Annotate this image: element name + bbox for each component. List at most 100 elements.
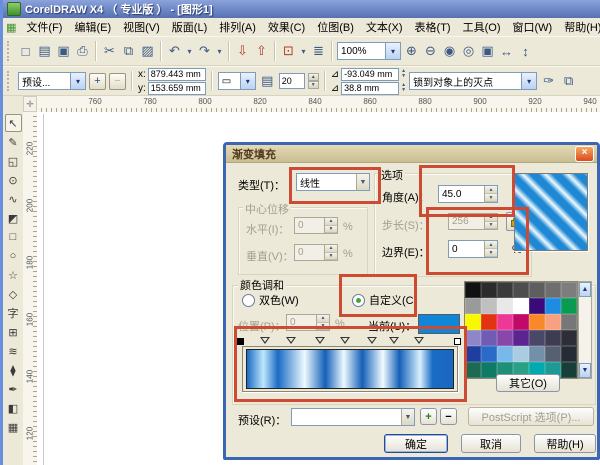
undo-icon[interactable]: ↶ [166, 42, 183, 60]
palette-color[interactable] [561, 298, 577, 314]
undo-dropdown-icon[interactable]: ▾ [185, 47, 194, 56]
zoom-page-height-icon[interactable]: ↕ [517, 42, 534, 60]
palette-color[interactable] [481, 314, 497, 330]
copy-properties-icon[interactable]: ⧉ [560, 72, 577, 90]
palette-color[interactable] [529, 314, 545, 330]
palette-color[interactable] [545, 346, 561, 362]
chevron-down-icon[interactable]: ▾ [385, 43, 400, 59]
zoom-level-combo[interactable]: 100% ▾ [337, 42, 401, 60]
menu-view[interactable]: 视图(V) [117, 19, 166, 35]
palette-color[interactable] [481, 330, 497, 346]
menu-bitmaps[interactable]: 位图(B) [311, 19, 360, 35]
outline-tool[interactable]: ✒ [5, 380, 22, 398]
palette-color[interactable] [561, 330, 577, 346]
ok-button[interactable]: 确定 [384, 434, 448, 453]
application-launcher-icon[interactable]: ⊡ [280, 42, 297, 60]
menu-effects[interactable]: 效果(C) [262, 19, 311, 35]
interactive-fill-tool[interactable]: ▦ [5, 418, 22, 436]
palette-color[interactable] [529, 330, 545, 346]
palette-color[interactable] [497, 314, 513, 330]
y-position-field[interactable]: 153.659 mm [147, 81, 206, 95]
redo-icon[interactable]: ↷ [196, 42, 213, 60]
close-icon[interactable]: × [575, 145, 594, 162]
dialog-title-bar[interactable]: 渐变填充 × [226, 145, 597, 163]
zoom-in-icon[interactable]: ⊕ [403, 42, 420, 60]
vp-y-field[interactable]: 38.8 mm [341, 81, 400, 95]
palette-scrollbar[interactable]: ▲ ▼ [578, 281, 592, 379]
palette-color[interactable] [561, 282, 577, 298]
horizontal-ruler[interactable]: 760 780 800 820 840 860 880 900 920 940 [37, 96, 600, 113]
palette-color[interactable] [545, 282, 561, 298]
palette-color[interactable] [529, 282, 545, 298]
palette-color[interactable] [497, 346, 513, 362]
zoom-tool[interactable]: ⊙ [5, 171, 22, 189]
smart-fill-tool[interactable]: ◩ [5, 209, 22, 227]
vertical-ruler[interactable]: 220 200 180 160 140 120 [23, 112, 38, 465]
menu-file[interactable]: 文件(F) [20, 19, 68, 35]
color-palette[interactable] [464, 281, 578, 379]
delete-preset-button[interactable]: − [109, 72, 126, 90]
palette-color[interactable] [513, 346, 529, 362]
import-icon[interactable]: ⇩ [234, 42, 251, 60]
delete-preset-button[interactable]: − [440, 408, 457, 425]
presets-combo[interactable]: ▼ [291, 408, 415, 426]
palette-color[interactable] [465, 330, 481, 346]
palette-color[interactable] [513, 330, 529, 346]
palette-color[interactable] [497, 330, 513, 346]
paste-icon[interactable]: ▨ [139, 42, 156, 60]
palette-color[interactable] [497, 282, 513, 298]
chevron-down-icon[interactable]: ▾ [521, 73, 537, 89]
palette-color[interactable] [481, 282, 497, 298]
rectangle-tool[interactable]: □ [5, 228, 22, 246]
two-color-radio[interactable]: 双色(W) [242, 292, 299, 308]
options-icon[interactable]: ≣ [310, 42, 327, 60]
export-icon[interactable]: ⇧ [253, 42, 270, 60]
scroll-track[interactable] [579, 297, 591, 363]
menu-tools[interactable]: 工具(O) [457, 19, 507, 35]
palette-color[interactable] [513, 298, 529, 314]
add-preset-button[interactable]: + [89, 72, 106, 90]
mapping-combo[interactable]: ▭ ▾ [217, 72, 256, 90]
palette-color[interactable] [529, 346, 545, 362]
palette-color[interactable] [465, 282, 481, 298]
ellipse-tool[interactable]: ○ [5, 247, 22, 265]
menu-text[interactable]: 文本(X) [360, 19, 409, 35]
scroll-up-icon[interactable]: ▲ [579, 282, 591, 297]
zoom-page-width-icon[interactable]: ↔ [498, 42, 515, 60]
menu-edit[interactable]: 编辑(E) [68, 19, 117, 35]
vp-x-field[interactable]: -93.049 mm [341, 67, 400, 81]
copies-field[interactable]: 20 [278, 73, 305, 89]
zoom-out-icon[interactable]: ⊖ [422, 42, 439, 60]
scroll-down-icon[interactable]: ▼ [579, 363, 591, 378]
palette-color[interactable] [465, 346, 481, 362]
palette-color[interactable] [465, 314, 481, 330]
chevron-down-icon[interactable]: ▼ [401, 409, 414, 425]
palette-color[interactable] [465, 362, 481, 378]
palette-color[interactable] [545, 330, 561, 346]
palette-color[interactable] [465, 298, 481, 314]
menu-layout[interactable]: 版面(L) [166, 19, 213, 35]
cut-icon[interactable]: ✂ [101, 42, 118, 60]
palette-color[interactable] [513, 282, 529, 298]
new-icon[interactable]: □ [17, 42, 34, 60]
open-icon[interactable]: ▤ [36, 42, 53, 60]
palette-color[interactable] [561, 362, 577, 378]
add-preset-button[interactable]: + [420, 408, 437, 425]
menu-help[interactable]: 帮助(H) [558, 19, 600, 35]
menu-window[interactable]: 窗口(W) [506, 19, 558, 35]
copies-spinner[interactable]: ▲ ▼ [307, 73, 319, 89]
palette-color[interactable] [561, 346, 577, 362]
ruler-origin[interactable]: ✛ [23, 96, 37, 112]
chevron-down-icon[interactable]: ▾ [239, 73, 255, 89]
table-tool[interactable]: ⊞ [5, 323, 22, 341]
zoom-all-objects-icon[interactable]: ◎ [460, 42, 477, 60]
palette-color[interactable] [481, 362, 497, 378]
basic-shapes-tool[interactable]: ◇ [5, 285, 22, 303]
polygon-tool[interactable]: ☆ [5, 266, 22, 284]
vanishing-point-mode-combo[interactable]: 锁到对象上的灭点 ▾ [409, 72, 538, 90]
palette-color[interactable] [561, 314, 577, 330]
crop-tool[interactable]: ◱ [5, 152, 22, 170]
menu-table[interactable]: 表格(T) [409, 19, 457, 35]
palette-color[interactable] [513, 314, 529, 330]
print-icon[interactable]: ⎙ [74, 42, 91, 60]
